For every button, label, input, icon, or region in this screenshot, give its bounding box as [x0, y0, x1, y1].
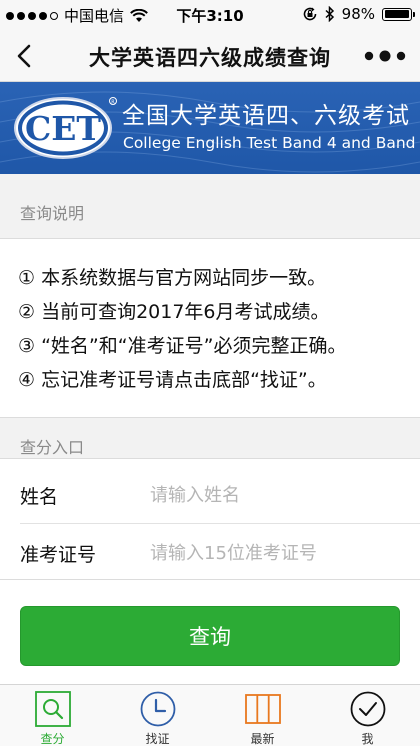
exam-id-input[interactable]	[150, 535, 400, 571]
tab-latest[interactable]: 最新	[210, 685, 315, 746]
more-dots-icon[interactable]	[362, 44, 408, 68]
nav-bar: 大学英语四六级成绩查询	[0, 30, 420, 82]
page-title: 大学英语四六级成绩查询	[89, 46, 331, 70]
tab-label: 找证	[145, 732, 170, 746]
name-label: 姓名	[20, 485, 59, 508]
instructions-header: 查询说明	[0, 174, 420, 238]
rotation-lock-icon	[303, 7, 316, 21]
status-right: 98%	[302, 5, 415, 23]
search-icon	[35, 691, 71, 727]
instructions-list: ① 本系统数据与官方网站同步一致。 ② 当前可查询2017年6月考试成绩。 ③ …	[0, 238, 420, 418]
chevron-left-icon[interactable]	[10, 40, 42, 72]
status-bar: 中国电信 下午3:10 98%	[0, 0, 420, 30]
cet-logo-text: CET	[25, 109, 101, 148]
exam-id-label: 准考证号	[20, 543, 97, 566]
battery-fill	[384, 10, 409, 18]
tab-find-id[interactable]: 找证	[105, 685, 210, 746]
columns-icon	[245, 694, 281, 724]
query-button[interactable]: 查询	[20, 606, 400, 666]
instruction-item: ③ “姓名”和“准考证号”必须完整正确。	[18, 335, 347, 357]
name-row: 姓名	[0, 465, 420, 525]
svg-text:R: R	[111, 100, 115, 106]
checkmark-circle-icon	[350, 691, 386, 727]
tab-me[interactable]: 我	[315, 685, 420, 746]
tab-label: 最新	[250, 732, 275, 746]
instruction-item: ② 当前可查询2017年6月考试成绩。	[18, 301, 330, 323]
tab-label: 查分	[40, 732, 65, 746]
form-header: 查分入口	[0, 418, 420, 458]
tab-score[interactable]: 查分	[0, 685, 105, 746]
tab-label: 我	[361, 732, 374, 746]
instruction-item: ① 本系统数据与官方网站同步一致。	[18, 267, 327, 289]
instruction-item: ④ 忘记准考证号请点击底部“找证”。	[18, 369, 327, 391]
bluetooth-icon	[325, 6, 334, 22]
name-input[interactable]	[150, 477, 400, 513]
battery-percent: 98%	[341, 5, 375, 23]
exam-id-row: 准考证号	[0, 523, 420, 583]
banner-title-cn: 全国大学英语四、六级考试	[122, 103, 410, 129]
battery-icon	[382, 7, 415, 21]
cet-logo: CET R	[14, 97, 117, 159]
banner-title-en: College English Test Band 4 and Band 6	[123, 134, 420, 152]
clock-icon	[140, 691, 176, 727]
score-query-form: 姓名 准考证号	[0, 458, 420, 580]
cet-banner: CET R 全国大学英语四、六级考试 College English Test …	[0, 82, 420, 174]
tab-bar: 查分 找证 最新 我	[0, 684, 420, 746]
